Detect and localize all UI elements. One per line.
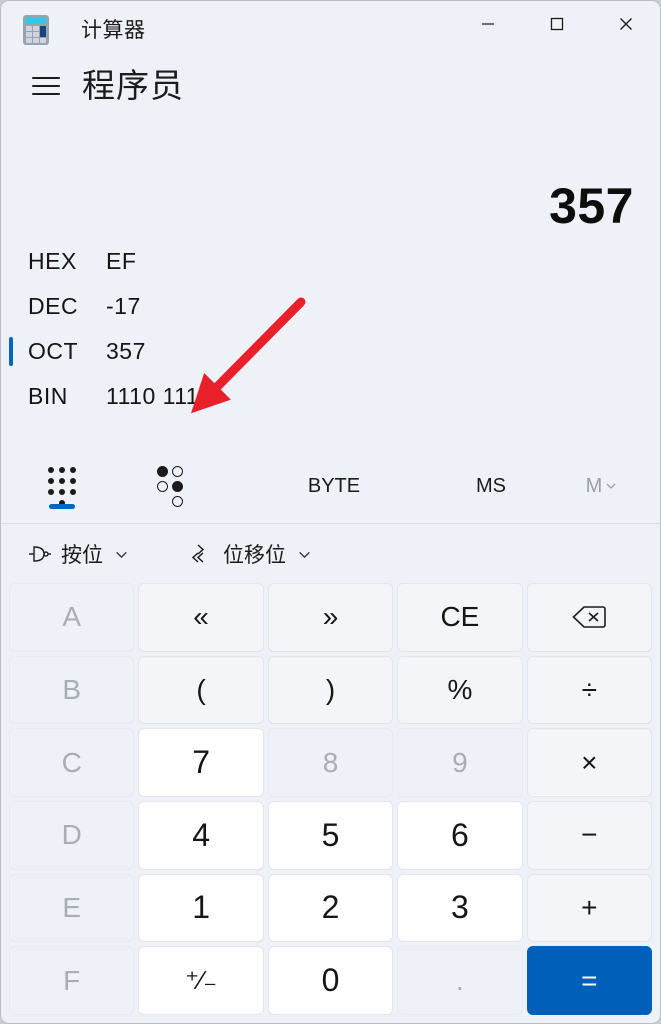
logic-gate-icon	[29, 546, 51, 562]
radix-row-hex[interactable]: HEX EF	[1, 239, 660, 284]
title-bar: 计算器	[1, 1, 660, 57]
keypad-toggle[interactable]	[29, 457, 95, 515]
chevron-down-icon	[116, 551, 127, 558]
key-negate[interactable]: ⁺∕₋	[138, 946, 264, 1015]
page-title: 程序员	[82, 67, 184, 104]
selection-indicator	[9, 247, 13, 276]
radix-row-bin[interactable]: BIN 1110 1111	[1, 374, 660, 419]
chevron-down-icon	[606, 483, 616, 489]
window-controls	[453, 1, 660, 47]
radix-value: EF	[106, 248, 137, 274]
selection-indicator	[9, 382, 13, 411]
radix-row-dec[interactable]: DEC -17	[1, 284, 660, 329]
key-4[interactable]: 4	[138, 800, 264, 870]
chevron-down-icon	[299, 551, 310, 558]
key-equals[interactable]: =	[526, 946, 652, 1015]
key-add[interactable]: +	[526, 873, 652, 943]
maximize-button[interactable]	[522, 1, 591, 47]
programmer-toolbar: BYTE MS M	[1, 451, 660, 524]
key-left-shift[interactable]: «	[138, 583, 264, 652]
keypad-icon	[48, 466, 76, 506]
key-decimal[interactable]: .	[397, 946, 523, 1015]
keypad: A « » CE B ( ) % ÷ C 7 8 9 × D 4 5 6 − E…	[9, 583, 652, 1015]
key-1[interactable]: 1	[138, 873, 264, 943]
memory-dropdown-button[interactable]: M	[567, 457, 637, 515]
key-f[interactable]: F	[9, 946, 135, 1015]
key-e[interactable]: E	[9, 873, 135, 943]
calculator-window: 计算器 程序员 357 HEX EF DEC -17 OCT 357 BIN 1…	[0, 0, 661, 1024]
minimize-button[interactable]	[453, 1, 522, 47]
radix-label: DEC	[28, 293, 79, 319]
function-dropdown-row: 按位 位移位	[1, 524, 660, 584]
key-6[interactable]: 6	[397, 800, 523, 870]
key-percent[interactable]: %	[397, 655, 523, 725]
key-9[interactable]: 9	[397, 728, 523, 797]
memory-dropdown-label: M	[585, 474, 603, 497]
radix-label: HEX	[28, 248, 77, 274]
radix-label: BIN	[28, 383, 68, 409]
display-area: 357 HEX EF DEC -17 OCT 357 BIN 1110 1111	[1, 131, 660, 451]
key-5[interactable]: 5	[267, 800, 394, 870]
key-3[interactable]: 3	[397, 873, 523, 943]
key-subtract[interactable]: −	[526, 800, 652, 870]
radix-value: 1110 1111	[106, 383, 211, 409]
word-size-button[interactable]: BYTE	[289, 457, 379, 515]
bit-shift-dropdown[interactable]: 位移位	[181, 534, 321, 574]
key-multiply[interactable]: ×	[526, 728, 652, 797]
key-0[interactable]: 0	[267, 946, 394, 1015]
radix-value: 357	[106, 338, 146, 364]
key-divide[interactable]: ÷	[526, 655, 652, 725]
calculator-icon	[23, 15, 49, 45]
app-title: 计算器	[81, 19, 146, 42]
key-d[interactable]: D	[9, 800, 135, 870]
key-paren-open[interactable]: (	[138, 655, 264, 725]
key-backspace[interactable]	[526, 583, 652, 652]
selection-indicator	[9, 292, 13, 321]
selection-indicator	[9, 337, 13, 366]
mode-header: 程序员	[1, 57, 660, 131]
key-paren-close[interactable]: )	[267, 655, 394, 725]
backspace-icon	[572, 604, 607, 630]
key-8[interactable]: 8	[267, 728, 394, 797]
bit-toggle-keypad-icon	[157, 465, 183, 507]
key-7[interactable]: 7	[138, 728, 264, 797]
bit-shift-icon	[191, 544, 205, 563]
key-c[interactable]: C	[9, 728, 135, 797]
key-a[interactable]: A	[9, 583, 135, 652]
bitwise-dropdown[interactable]: 按位	[19, 534, 138, 574]
radix-label: OCT	[28, 338, 79, 364]
close-button[interactable]	[591, 1, 660, 47]
bit-toggle-keypad-button[interactable]	[137, 457, 203, 515]
bitwise-label: 按位	[61, 544, 103, 567]
active-indicator	[49, 504, 75, 509]
memory-store-button[interactable]: MS	[456, 457, 526, 515]
key-clear-entry[interactable]: CE	[397, 583, 523, 652]
key-b[interactable]: B	[9, 655, 135, 725]
key-2[interactable]: 2	[267, 873, 394, 943]
hamburger-menu-icon[interactable]	[29, 69, 63, 103]
radix-value: -17	[106, 293, 141, 319]
radix-row-oct[interactable]: OCT 357	[1, 329, 660, 374]
bit-shift-label: 位移位	[223, 544, 286, 567]
display-value: 357	[549, 178, 634, 234]
radix-list: HEX EF DEC -17 OCT 357 BIN 1110 1111	[1, 239, 660, 419]
key-right-shift[interactable]: »	[267, 583, 394, 652]
